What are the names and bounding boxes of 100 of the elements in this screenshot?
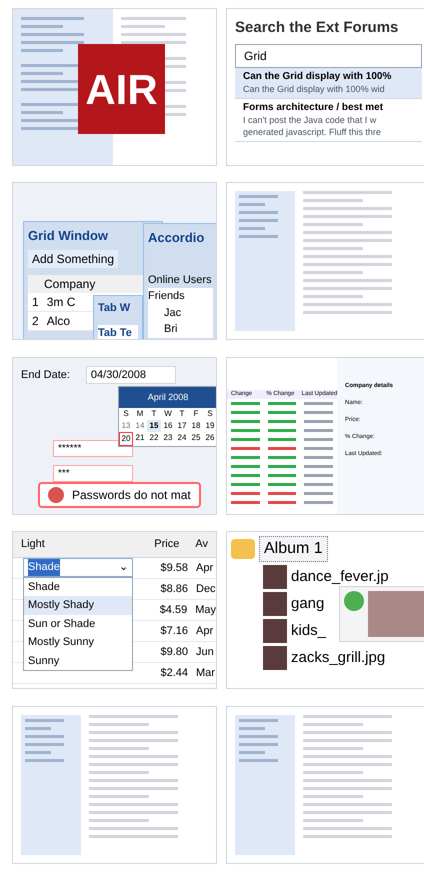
tree-node[interactable]: gang — [291, 592, 324, 616]
blurred-text-line — [239, 235, 278, 238]
date-value — [304, 402, 333, 405]
calendar-day[interactable]: 22 — [147, 432, 161, 446]
blurred-text-line — [121, 17, 186, 20]
table-cell-text: $4.59 — [158, 602, 188, 618]
blurred-text-line — [239, 211, 278, 214]
calendar-day[interactable]: 25 — [189, 432, 203, 446]
blurred-text-line — [25, 718, 64, 722]
blurred-text-line — [303, 295, 362, 298]
user-item[interactable]: Bri — [148, 321, 213, 338]
dropdown-option[interactable]: Sun or Shade — [24, 614, 132, 634]
calendar-day[interactable]: 17 — [175, 420, 189, 432]
row-number: 2 — [32, 312, 39, 330]
date-picker: April 2008 S M T W T F S 13 14 15 16 17 18 19 20 21 22 23 24 25 26 — [118, 386, 216, 448]
calendar-day[interactable]: 26 — [203, 432, 216, 446]
dropdown-option[interactable]: Sunny — [24, 652, 132, 670]
table-cell-text: $7.16 — [159, 624, 188, 639]
calendar-day[interactable]: 19 — [203, 420, 216, 432]
dropdown-option[interactable]: Mostly Sunny — [24, 633, 132, 652]
calendar-day[interactable]: 13 — [119, 420, 133, 432]
add-button[interactable]: Add Something — [28, 250, 118, 268]
table-cell-text: $2.44 — [159, 666, 188, 681]
blurred-text-line — [303, 818, 362, 822]
tree-node[interactable]: Friends — [148, 288, 213, 305]
tree-node[interactable]: dance_fever.jp — [291, 566, 389, 588]
field-label: End Date: — [21, 368, 70, 383]
photo-placeholder — [263, 592, 287, 616]
table-cell-text: Dec — [195, 582, 216, 597]
percent-value — [268, 402, 296, 405]
blurred-text-line — [21, 17, 84, 20]
blurred-text-line — [239, 742, 278, 746]
tree-node[interactable]: kids_ — [291, 620, 326, 642]
tree-node[interactable]: Album 1 — [259, 536, 328, 562]
password-field[interactable]: ****** — [53, 440, 133, 458]
search-result[interactable]: Forms architecture / best met I can't post the Java code that I w generated javascript. Fluff this thre — [235, 98, 422, 142]
table-cell-text: Jun — [195, 644, 214, 660]
percent-value — [268, 428, 296, 432]
blurred-text-line — [121, 41, 186, 44]
panel-title: Search the Ext Forums — [235, 18, 400, 38]
dropdown-option[interactable]: Shade — [24, 578, 132, 596]
table-cell-text: Apr — [195, 624, 214, 639]
blurred-text-line — [25, 750, 51, 754]
blurred-text-line — [89, 746, 148, 750]
calendar-day[interactable]: 24 — [175, 432, 189, 446]
percent-value — [268, 456, 296, 459]
user-item[interactable]: Jac — [148, 304, 213, 322]
percent-value — [268, 438, 296, 441]
blurred-text-line — [89, 794, 148, 798]
blurred-text-line — [121, 25, 164, 28]
photo-placeholder — [368, 591, 424, 638]
blurred-text-line — [239, 750, 265, 754]
photo-placeholder — [263, 646, 287, 670]
blurred-text-line — [21, 72, 63, 75]
date-value — [304, 446, 333, 450]
blurred-text-line — [25, 742, 64, 746]
search-result[interactable]: Can the Grid display with 100% Can the Grid display with 100% wid — [235, 68, 422, 98]
calendar-day[interactable]: 21 — [133, 432, 147, 446]
calendar-day[interactable]: 20 — [119, 432, 133, 446]
calendar-day[interactable]: 18 — [189, 420, 203, 432]
folder-icon — [231, 539, 255, 560]
percent-value — [268, 500, 296, 504]
calendar-day[interactable]: 15 — [147, 420, 161, 432]
blurred-text-line — [303, 271, 362, 274]
add-icon — [344, 591, 364, 612]
table-cell-text: $9.80 — [159, 644, 188, 660]
date-value — [304, 428, 333, 432]
calendar-day[interactable]: 14 — [133, 420, 147, 432]
blurred-text-line — [239, 219, 278, 222]
search-field[interactable]: Grid — [235, 44, 422, 68]
dropdown-option[interactable]: Mostly Shady — [24, 596, 132, 615]
date-field[interactable]: 04/30/2008 — [86, 366, 176, 384]
error-icon — [48, 486, 64, 503]
blurred-text-line — [303, 223, 362, 226]
table-cell-text: 3m C — [46, 294, 76, 311]
calendar-day[interactable]: 16 — [161, 420, 175, 432]
blurred-text-line — [303, 199, 362, 202]
dropdown-trigger[interactable]: ⌄ — [119, 559, 128, 576]
photo-placeholder — [263, 619, 287, 644]
date-value — [304, 420, 333, 423]
blurred-text-line — [25, 734, 64, 738]
table-cell-text: Alco — [46, 312, 70, 330]
date-value — [304, 464, 333, 468]
column-header: Light — [20, 537, 46, 552]
blurred-text-line — [239, 718, 278, 722]
table-cell-text: Apr — [195, 560, 214, 576]
combo-field[interactable]: Shade ⌄ — [23, 558, 133, 577]
blurred-text-line — [239, 203, 265, 206]
blurred-text-line — [21, 25, 63, 28]
tree-node[interactable]: zacks_grill.jpg — [291, 646, 386, 670]
date-value — [304, 474, 333, 477]
blurred-text-line — [239, 227, 265, 230]
blurred-text-line — [21, 33, 84, 36]
password-field[interactable]: *** — [53, 465, 133, 482]
percent-value — [268, 492, 296, 495]
blurred-text-line — [25, 758, 64, 762]
calendar-day[interactable]: 23 — [161, 432, 175, 446]
blurred-text-line — [303, 247, 362, 250]
weekday-label: W — [163, 408, 173, 420]
tab[interactable]: Tab Te — [98, 324, 138, 340]
